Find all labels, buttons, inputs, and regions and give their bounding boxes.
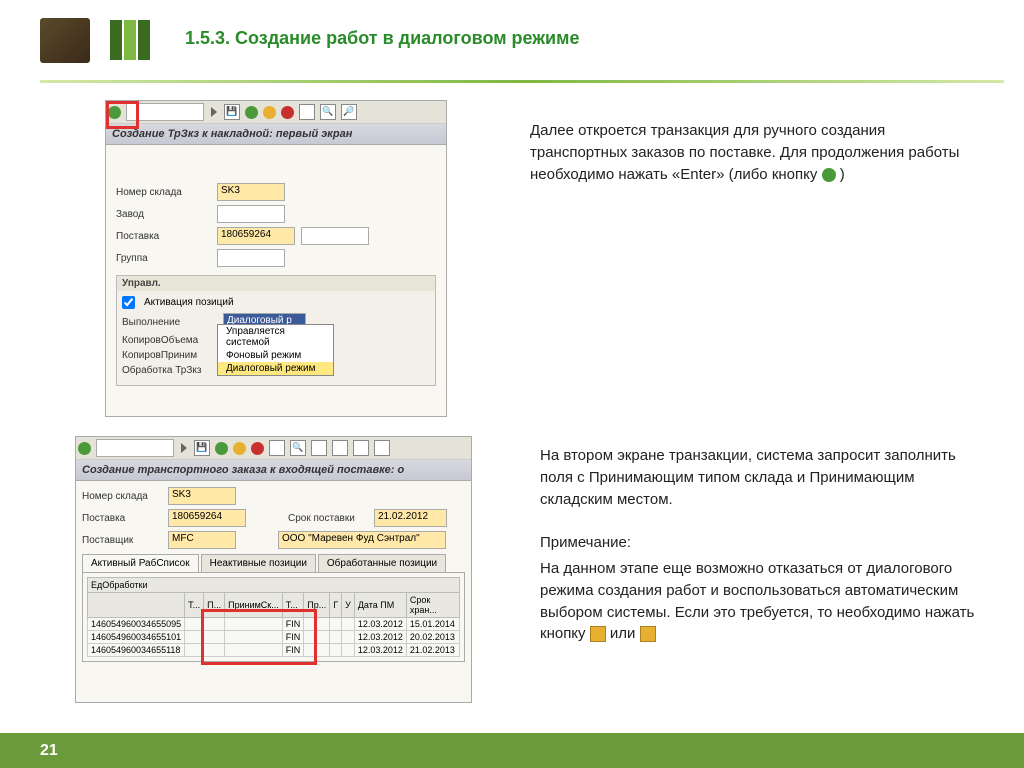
- grid-col: ПринимСк...: [225, 593, 283, 618]
- box-title: Управл.: [117, 276, 435, 291]
- vendor-input[interactable]: MFC: [168, 531, 236, 549]
- txt2-p2: На данном этапе еще возможно отказаться …: [540, 560, 974, 642]
- check-icon: [822, 168, 836, 182]
- checkbox-label: Активация позиций: [144, 297, 234, 308]
- save-icon[interactable]: 💾: [224, 104, 240, 120]
- delivery-input[interactable]: 180659264: [217, 227, 295, 245]
- field-label: Обработка ТрЗкз: [122, 365, 217, 376]
- page-icon[interactable]: [311, 440, 327, 456]
- back-icon[interactable]: [181, 443, 187, 453]
- delivery-input[interactable]: 180659264: [168, 509, 246, 527]
- grid-header-unit: ЕдОбработки: [88, 578, 460, 593]
- nav-up-icon[interactable]: [233, 442, 246, 455]
- find-icon[interactable]: 🔍: [320, 104, 336, 120]
- command-input[interactable]: [96, 439, 174, 457]
- sap-window-2: 💾 🔍 Создание транспортного заказа к вход…: [75, 436, 472, 703]
- page-icon[interactable]: [332, 440, 348, 456]
- field-label: Поставка: [116, 231, 211, 242]
- field-label: Срок поставки: [288, 513, 368, 524]
- field-label: Группа: [116, 253, 211, 264]
- field-label: КопировПриним: [122, 350, 217, 361]
- sap-window-1: 💾 🔍 🔎 Создание ТрЗкз к накладной: первый…: [105, 100, 447, 417]
- warehouse-input[interactable]: SK3: [217, 183, 285, 201]
- field-label: Номер склада: [82, 491, 162, 502]
- tab-active-list[interactable]: Активный РабСписок: [82, 554, 199, 572]
- save-icon-2: [640, 626, 656, 642]
- grid-col: Пр...: [304, 593, 330, 618]
- save-icon[interactable]: 💾: [194, 440, 210, 456]
- plant-input[interactable]: [217, 205, 285, 223]
- field-label: КопировОбъема: [122, 335, 217, 346]
- slide-footer: 21: [0, 733, 1024, 768]
- sap-window-title: Создание ТрЗкз к накладной: первый экран: [106, 124, 446, 145]
- grid-col: [88, 593, 185, 618]
- execution-dropdown-list[interactable]: Управляется системой Фоновый режим Диало…: [217, 324, 334, 376]
- page-icon[interactable]: [353, 440, 369, 456]
- page-number: 21: [40, 742, 58, 760]
- extra-input[interactable]: [301, 227, 369, 245]
- txt2-note-label: Примечание:: [540, 532, 980, 554]
- slide-title: 1.5.3. Создание работ в диалоговом режим…: [185, 28, 579, 49]
- grid-col: Т...: [185, 593, 204, 618]
- nav-up-icon[interactable]: [263, 106, 276, 119]
- table-row[interactable]: 146054960034655118FIN12.03.201221.02.201…: [88, 644, 460, 657]
- enter-icon[interactable]: [78, 442, 91, 455]
- field-label: Завод: [116, 209, 211, 220]
- group-input[interactable]: [217, 249, 285, 267]
- sap-toolbar[interactable]: 💾 🔍 🔎: [106, 101, 446, 124]
- activate-checkbox[interactable]: [122, 296, 135, 309]
- decorative-bars: [110, 20, 150, 60]
- nav-back-icon[interactable]: [245, 106, 258, 119]
- highlight-box: [106, 101, 139, 129]
- find-icon[interactable]: 🔍: [290, 440, 306, 456]
- txt2-p1: На втором экране транзакции, система зап…: [540, 445, 980, 510]
- data-grid[interactable]: ЕдОбработки Т...П...ПринимСк...Т...Пр...…: [87, 577, 460, 657]
- print-icon[interactable]: [269, 440, 285, 456]
- cancel-icon[interactable]: [281, 106, 294, 119]
- field-label: Выполнение: [122, 317, 217, 328]
- vendor-name: ООО "Маревен Фуд Сэнтрал": [278, 531, 446, 549]
- field-label: Поставщик: [82, 535, 162, 546]
- txt2-or: или: [610, 625, 636, 642]
- grid-col: Г: [330, 593, 342, 618]
- grid-col: П...: [204, 593, 225, 618]
- grid-col: Т...: [282, 593, 304, 618]
- dropdown-option[interactable]: Фоновый режим: [218, 349, 333, 362]
- grid-col: У: [342, 593, 355, 618]
- sap-toolbar[interactable]: 💾 🔍: [76, 437, 471, 460]
- date-input[interactable]: 21.02.2012: [374, 509, 447, 527]
- print-icon[interactable]: [299, 104, 315, 120]
- save-icon: [590, 626, 606, 642]
- tab-inactive[interactable]: Неактивные позиции: [201, 554, 316, 572]
- txt1-body: Далее откроется транзакция для ручного с…: [530, 122, 959, 183]
- description-text-1: Далее откроется транзакция для ручного с…: [530, 120, 970, 185]
- nav-back-icon[interactable]: [215, 442, 228, 455]
- document-logo: [40, 18, 90, 63]
- dropdown-option-selected[interactable]: Диалоговый режим: [218, 362, 333, 375]
- description-text-2: На втором экране транзакции, система зап…: [540, 445, 980, 645]
- table-row[interactable]: 146054960034655101FIN12.03.201220.02.201…: [88, 631, 460, 644]
- sap-window-title: Создание транспортного заказа к входящей…: [76, 460, 471, 481]
- field-label: Поставка: [82, 513, 162, 524]
- control-box: Управл. Активация позиций Выполнение Диа…: [116, 275, 436, 386]
- table-row[interactable]: 146054960034655095FIN12.03.201215.01.201…: [88, 618, 460, 631]
- back-icon[interactable]: [211, 107, 217, 117]
- grid-col: Дата ПМ: [354, 593, 406, 618]
- page-icon[interactable]: [374, 440, 390, 456]
- grid-col: Срок хран...: [406, 593, 459, 618]
- txt1-close: ): [840, 166, 845, 183]
- dropdown-option[interactable]: Управляется системой: [218, 325, 333, 349]
- search-icon[interactable]: 🔎: [341, 104, 357, 120]
- tab-processed[interactable]: Обработанные позиции: [318, 554, 446, 572]
- cancel-icon[interactable]: [251, 442, 264, 455]
- field-label: Номер склада: [116, 187, 211, 198]
- divider-line: [40, 80, 1004, 83]
- warehouse-input[interactable]: SK3: [168, 487, 236, 505]
